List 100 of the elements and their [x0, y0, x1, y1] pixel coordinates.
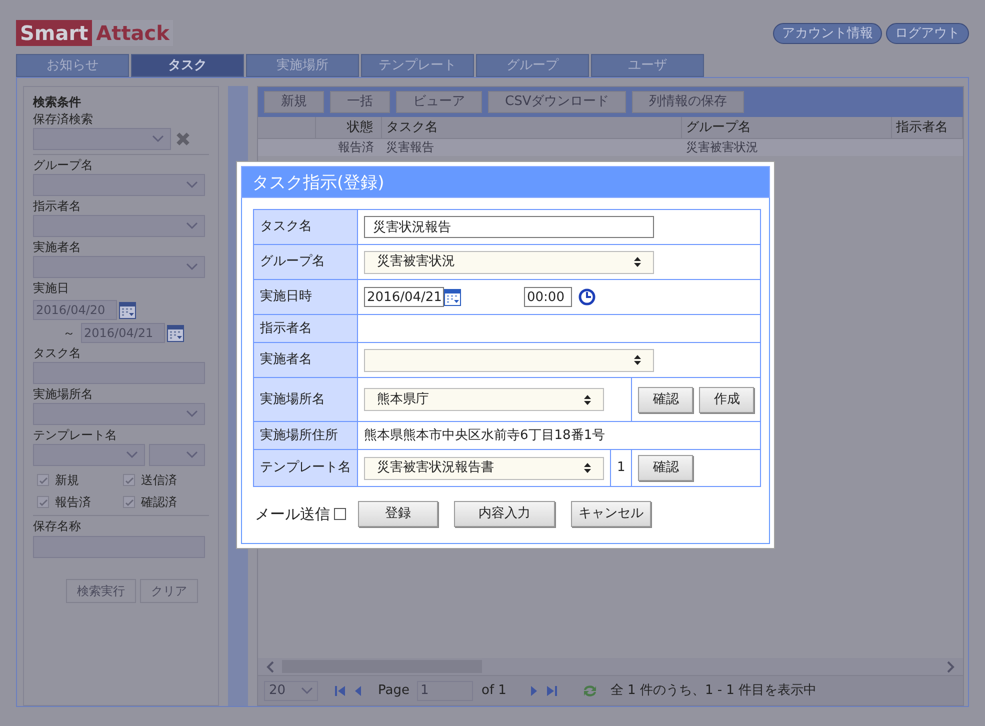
refresh-icon[interactable] [582, 684, 598, 698]
nav-tab[interactable]: タスク [131, 54, 244, 77]
field-label: 実施者名 [33, 239, 82, 256]
select-field[interactable] [33, 403, 205, 425]
page-count: of 1 [481, 682, 506, 700]
scroll-left-icon[interactable] [266, 660, 274, 672]
field-label: 指示者名 [254, 314, 358, 342]
chevron-down-icon [126, 451, 138, 459]
nav-tab[interactable]: 実施場所 [246, 54, 359, 77]
checkbox[interactable] [37, 496, 49, 508]
toolbar-button[interactable]: 新規 [264, 91, 324, 113]
field-label: 実施日時 [254, 280, 358, 314]
action-button[interactable]: 確認 [638, 386, 694, 412]
checkbox-label: 報告済 [55, 494, 91, 511]
checkbox[interactable] [123, 474, 135, 486]
date-field[interactable]: 2016/04/21 [81, 323, 165, 343]
select-field[interactable]: 災害被害状況報告書 [364, 456, 604, 480]
clock-icon[interactable] [578, 288, 596, 306]
toolbar-button[interactable]: ビューア [396, 91, 482, 113]
previous-page-icon[interactable] [354, 684, 362, 696]
field-label: 実施者名 [254, 342, 358, 378]
field-label: 指示者名 [33, 198, 82, 215]
action-button[interactable]: 内容入力 [454, 501, 555, 527]
time-field[interactable]: 00:00 [524, 287, 572, 307]
sidebar-title: 検索条件 [33, 95, 82, 110]
field-label: 実施場所住所 [254, 422, 358, 450]
select-field[interactable] [149, 444, 205, 466]
date-field[interactable]: 2016/04/20 [33, 300, 117, 320]
field-label: グループ名 [33, 157, 94, 174]
action-button[interactable]: 確認 [638, 455, 694, 481]
mail-checkbox[interactable] [334, 508, 346, 520]
calendar-icon[interactable] [119, 302, 136, 318]
nav-tab[interactable]: テンプレート [361, 54, 474, 77]
search-button[interactable]: クリア [140, 579, 198, 603]
page-label: Page [378, 682, 410, 700]
date-field[interactable]: 2016/04/21 [364, 287, 444, 307]
chevron-down-icon [186, 451, 198, 459]
nav-tab[interactable]: お知らせ [16, 54, 129, 77]
chevron-down-icon [186, 263, 198, 271]
logo: Smart Attack [16, 20, 174, 46]
column-header[interactable]: タスク名 [382, 117, 682, 138]
toolbar-button[interactable]: CSVダウンロード [488, 91, 626, 113]
first-page-icon[interactable] [334, 684, 346, 696]
header-button[interactable]: ログアウト [886, 23, 969, 44]
checkbox[interactable] [123, 496, 135, 508]
close-icon[interactable] [175, 131, 191, 147]
action-button[interactable]: 作成 [699, 386, 754, 412]
chevron-down-icon [152, 135, 164, 143]
text-field[interactable]: 災害状況報告 [364, 216, 654, 238]
table-cell-text: 災害被害状況 [685, 139, 759, 156]
count-text: 1 [610, 450, 632, 486]
toolbar-button[interactable]: 列情報の保存 [632, 91, 744, 113]
updown-arrows-icon [584, 394, 591, 404]
select-field[interactable] [364, 348, 654, 372]
page-field[interactable]: 1 [417, 680, 474, 700]
action-button[interactable]: 登録 [358, 501, 438, 527]
checkbox-label: 確認済 [141, 494, 177, 511]
tilde-text: ～ [63, 325, 75, 342]
updown-arrows-icon [634, 257, 641, 267]
column-header[interactable]: 状態 [316, 117, 382, 138]
next-page-icon[interactable] [530, 684, 538, 696]
scroll-right-icon[interactable] [947, 660, 955, 672]
calendar-icon[interactable] [167, 324, 184, 342]
field-label: 実施場所名 [33, 386, 94, 403]
select-field[interactable]: 熊本県庁 [364, 388, 604, 411]
checkbox-label: 送信済 [141, 472, 177, 489]
search-button[interactable]: 検索実行 [66, 579, 136, 603]
select-field[interactable] [33, 174, 205, 196]
calendar-icon[interactable] [444, 288, 461, 306]
result-summary: 全 1 件のうち、1 - 1 件目を表示中 [610, 682, 817, 700]
action-button[interactable]: キャンセル [571, 501, 651, 527]
modal-title: タスク指示(登録) [241, 166, 770, 198]
field-label: 実施日 [33, 280, 70, 297]
select-field[interactable] [33, 128, 171, 150]
header-button[interactable]: アカウント情報 [773, 23, 882, 44]
select-field[interactable] [33, 215, 205, 237]
column-header[interactable]: グループ名 [682, 117, 892, 138]
table-cell-text: 災害報告 [385, 139, 435, 156]
checkbox[interactable] [37, 474, 49, 486]
table-cell-text: 報告済 [337, 139, 375, 156]
check-icon [124, 476, 134, 484]
field-label: グループ名 [254, 244, 358, 280]
nav-tab[interactable]: ユーザ [591, 54, 704, 77]
last-page-icon[interactable] [546, 684, 558, 696]
field-label: タスク名 [254, 210, 358, 244]
chevron-down-icon [186, 181, 198, 189]
page-size-select[interactable]: 20 [264, 680, 318, 700]
field-label: テンプレート名 [33, 427, 118, 444]
field-label: 実施場所名 [254, 378, 358, 422]
select-field[interactable] [33, 256, 205, 278]
field-label: 保存済検索 [33, 111, 94, 127]
updown-arrows-icon [584, 463, 591, 473]
toolbar-button[interactable]: 一括 [330, 91, 390, 113]
address-text: 熊本県熊本市中央区水前寺6丁目18番1号 [364, 428, 606, 443]
field-label: 保存名称 [33, 518, 82, 535]
check-icon [38, 476, 48, 484]
select-field[interactable] [33, 444, 145, 466]
select-field[interactable]: 災害被害状況 [364, 250, 654, 274]
column-header[interactable]: 指示者名 [892, 117, 963, 138]
nav-tab[interactable]: グループ [476, 54, 589, 77]
